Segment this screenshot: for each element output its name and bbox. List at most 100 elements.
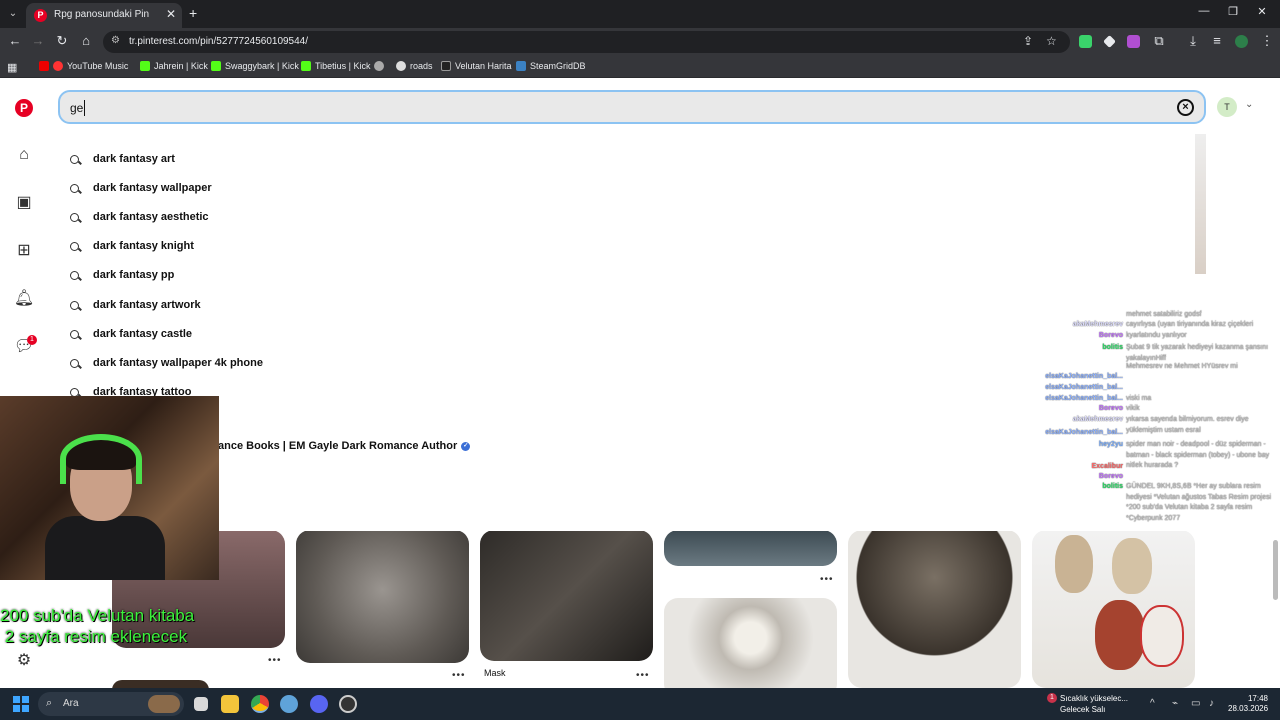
kick-icon xyxy=(140,61,150,71)
suggestion-item[interactable]: dark fantasy castle xyxy=(70,328,192,340)
tab-strip: ⌄ P Rpg panosundaki Pin ✕ + — ❐ ✕ xyxy=(0,0,1280,28)
site-info-icon[interactable]: ⚙ xyxy=(111,35,124,48)
home-icon[interactable]: ⌂ xyxy=(77,33,95,48)
weather-badge: 1 xyxy=(1047,693,1057,703)
menu-kebab-icon[interactable]: ⋮ xyxy=(1258,33,1276,49)
windows-start-icon[interactable] xyxy=(13,696,29,712)
install-icon[interactable]: ⇪ xyxy=(1023,34,1033,48)
bookmark-globe[interactable] xyxy=(374,61,384,71)
stream-goal-text: 200 sub'da Velutan kitaba 2 sayfa resim … xyxy=(0,606,195,646)
pin-soldier-image[interactable] xyxy=(480,530,653,661)
bookmark-jahrein-kick[interactable]: Jahrein | Kick xyxy=(140,61,208,71)
pin-more-icon[interactable]: ••• xyxy=(820,574,834,585)
bookmark-youtube-music[interactable]: YouTube Music xyxy=(39,61,128,71)
white-mask-shape xyxy=(1140,605,1184,667)
bookmark-swaggybark-kick[interactable]: Swaggybark | Kick xyxy=(211,61,299,71)
download-icon[interactable]: ⤓ xyxy=(1184,33,1202,49)
reading-list-icon[interactable]: ≡ xyxy=(1208,33,1226,48)
pin-mask-image[interactable] xyxy=(664,598,837,698)
page-scrollbar[interactable] xyxy=(1273,540,1278,600)
create-nav-icon[interactable]: ⊞ xyxy=(13,240,35,262)
search-icon xyxy=(70,329,79,339)
file-explorer-icon[interactable] xyxy=(221,695,239,713)
tab-active[interactable]: P Rpg panosundaki Pin ✕ xyxy=(26,3,182,28)
chat-username: Borevo xyxy=(1098,473,1123,480)
tray-chevron-up-icon[interactable]: ^ xyxy=(1150,698,1155,709)
chat-text: mehmet satabiliriz godsf xyxy=(1126,311,1202,318)
address-bar[interactable]: ⚙ tr.pinterest.com/pin/5277724560109544/… xyxy=(103,31,1070,53)
taskbar-search[interactable]: ⌕ Ara xyxy=(38,692,184,716)
tray-mic-icon[interactable]: ⌁ xyxy=(1172,698,1178,709)
bookmark-velutan-harita[interactable]: Velutan Harita xyxy=(441,61,512,71)
minimize-icon[interactable]: — xyxy=(1194,5,1214,17)
clock[interactable]: 17:48 28.03.2026 xyxy=(1228,694,1268,714)
diamond-extension-icon[interactable] xyxy=(1103,35,1116,48)
chat-text: cayırlıysa (uyan tiriyanında kiraz çiçek… xyxy=(1126,321,1254,328)
search-icon xyxy=(70,212,79,222)
volume-icon[interactable]: ♪ xyxy=(1209,698,1214,709)
discord-icon[interactable] xyxy=(310,695,328,713)
chat-text: spider man noir - deadpool - düz spiderm… xyxy=(1126,441,1270,469)
chat-text: Şubat 9 tik yazarak hediyeyi kazanma şan… xyxy=(1126,344,1269,362)
pin-more-icon[interactable]: ••• xyxy=(636,670,650,681)
chrome-icon[interactable] xyxy=(251,695,269,713)
task-view-icon[interactable] xyxy=(194,697,208,711)
chevron-down-icon[interactable]: ⌄ xyxy=(1245,99,1253,110)
tab-close-icon[interactable]: ✕ xyxy=(166,7,176,21)
purple-extension-icon[interactable] xyxy=(1127,35,1140,48)
bookmark-roads[interactable]: roads xyxy=(396,61,433,71)
streamer-body xyxy=(45,516,165,580)
map-icon xyxy=(441,61,451,71)
verified-check-icon: ✓ xyxy=(461,441,471,451)
app-icon[interactable] xyxy=(280,695,298,713)
pin-image[interactable] xyxy=(664,530,837,566)
shield-extension-icon[interactable] xyxy=(1079,35,1092,48)
chat-text: kyarlatındu yanlıyor xyxy=(1126,332,1187,339)
pin-title: Mask xyxy=(484,668,506,678)
apps-grid-icon[interactable]: ▦ xyxy=(7,61,17,74)
obs-icon[interactable] xyxy=(339,695,357,713)
suggestion-item[interactable]: dark fantasy pp xyxy=(70,269,174,281)
new-tab-icon[interactable]: + xyxy=(189,5,197,21)
pinterest-favicon-icon: P xyxy=(34,9,47,22)
explore-nav-icon[interactable]: ▣ xyxy=(13,192,35,214)
pin-more-icon[interactable]: ••• xyxy=(452,670,466,681)
pin-statue-image[interactable] xyxy=(296,530,469,663)
avatar[interactable]: T xyxy=(1217,97,1237,117)
extensions-puzzle-icon[interactable]: ⧉ xyxy=(1150,33,1168,49)
suggestion-item[interactable]: dark fantasy wallpaper 4k phone xyxy=(70,357,263,369)
bookmark-tibetius-kick[interactable]: Tibetius | Kick xyxy=(301,61,371,71)
suggestion-item[interactable]: dark fantasy aesthetic xyxy=(70,211,209,223)
forward-icon[interactable]: → xyxy=(29,33,47,48)
network-icon[interactable]: ▭ xyxy=(1191,698,1200,709)
bookmark-star-icon[interactable]: ☆ xyxy=(1046,34,1057,48)
notifications-bell-icon[interactable]: 🔔︎ xyxy=(13,288,35,310)
back-icon[interactable]: ← xyxy=(6,33,24,48)
restore-icon[interactable]: ❐ xyxy=(1223,5,1243,18)
chat-username: Excalibur xyxy=(1091,463,1123,470)
bookmark-steamgriddb[interactable]: SteamGridDB xyxy=(516,61,586,71)
reload-icon[interactable]: ↻ xyxy=(53,33,71,49)
weather-widget[interactable]: Sıcaklık yükselec... Gelecek Salı xyxy=(1060,693,1128,715)
chat-username: akaMehmesrev xyxy=(1072,321,1123,328)
board-suggestion[interactable]: ance Books | EM Gayle Dark Romance Autho… xyxy=(218,440,471,452)
home-nav-icon[interactable]: ⌂ xyxy=(13,144,35,166)
window-close-icon[interactable]: ✕ xyxy=(1252,5,1272,18)
search-icon xyxy=(70,300,79,310)
pin-more-icon[interactable]: ••• xyxy=(268,655,282,666)
profile-icon[interactable] xyxy=(1235,35,1248,48)
pin-armored-figure-image[interactable] xyxy=(848,530,1021,688)
suggestion-item[interactable]: dark fantasy art xyxy=(70,153,175,165)
suggestion-item[interactable]: dark fantasy knight xyxy=(70,240,194,252)
chat-text: vikik xyxy=(1126,405,1140,412)
settings-gear-icon[interactable]: ⚙ xyxy=(13,650,35,672)
tab-title: Rpg panosundaki Pin xyxy=(54,9,150,20)
suggestion-item[interactable]: dark fantasy artwork xyxy=(70,299,201,311)
wooden-mask-shape xyxy=(1055,535,1093,593)
chat-text: yıkarsa sayenda bilmiyorum. esrev diye y… xyxy=(1126,416,1249,434)
clear-search-icon[interactable]: × xyxy=(1177,99,1194,116)
pinterest-logo-icon[interactable]: P xyxy=(15,99,33,117)
tab-search-icon[interactable]: ⌄ xyxy=(4,5,22,23)
search-input[interactable]: ge × xyxy=(58,90,1206,124)
suggestion-item[interactable]: dark fantasy wallpaper xyxy=(70,182,212,194)
